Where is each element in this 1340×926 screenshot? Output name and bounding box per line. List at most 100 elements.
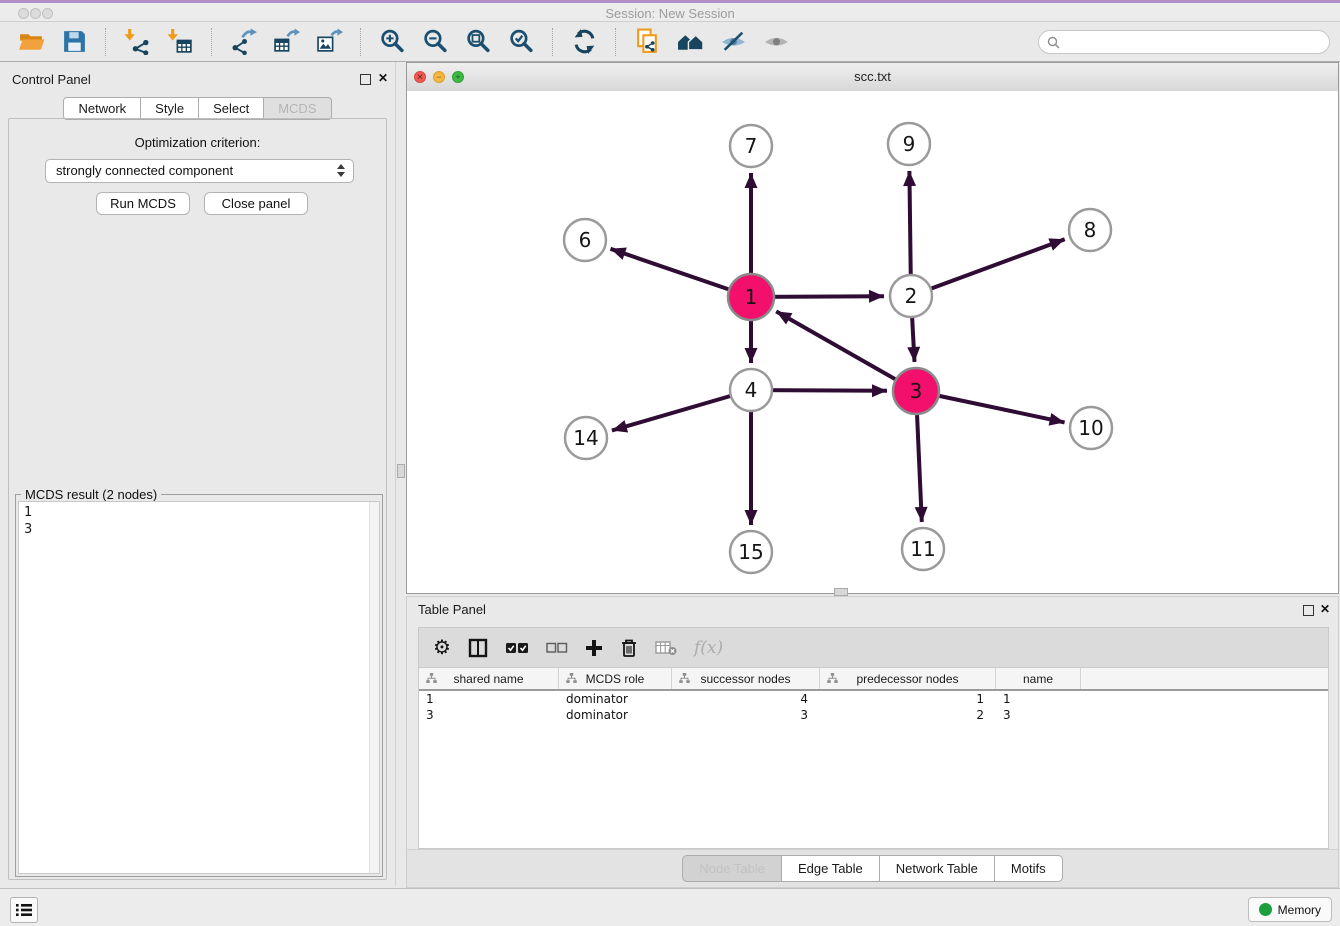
unselect-all-columns-icon[interactable] xyxy=(546,641,568,655)
search-icon xyxy=(1047,36,1060,49)
export-table-icon[interactable] xyxy=(273,28,300,55)
table-row[interactable]: 1dominator411 xyxy=(419,691,1328,707)
main-toolbar xyxy=(0,22,1340,62)
graph-node-11[interactable]: 11 xyxy=(902,528,944,570)
zoom-in-icon[interactable] xyxy=(379,28,406,55)
column-type-icon xyxy=(827,673,838,684)
select-all-columns-icon[interactable] xyxy=(505,640,529,656)
graph-edge-2-8[interactable] xyxy=(911,239,1065,296)
memory-button[interactable]: Memory xyxy=(1248,897,1332,922)
toggle-panes-icon[interactable] xyxy=(468,638,488,658)
search-input[interactable] xyxy=(1065,32,1321,54)
graph-node-6[interactable]: 6 xyxy=(564,219,606,261)
graph-node-1[interactable]: 1 xyxy=(728,274,774,320)
float-table-panel-icon[interactable] xyxy=(1303,605,1314,616)
table-row[interactable]: 3dominator323 xyxy=(419,707,1328,723)
first-neighbors-icon[interactable] xyxy=(677,28,704,55)
cell-shared-name[interactable]: 1 xyxy=(419,692,559,706)
table-settings-gear-icon[interactable]: ⚙ xyxy=(433,638,451,658)
svg-text:8: 8 xyxy=(1084,218,1097,242)
export-network-icon[interactable] xyxy=(230,28,257,55)
column-type-icon xyxy=(426,673,437,684)
graph-node-7[interactable]: 7 xyxy=(730,125,772,167)
tab-network[interactable]: Network xyxy=(63,97,141,120)
network-canvas-svg: 7 9 6 8 1 2 4 3 14 10 15 11 xyxy=(407,91,1338,593)
horizontal-splitter-handle[interactable] xyxy=(834,588,848,596)
column-header-shared-name[interactable]: shared name xyxy=(419,668,559,689)
hide-selected-icon[interactable] xyxy=(720,28,747,55)
cell-successor-nodes[interactable]: 3 xyxy=(672,708,820,722)
cell-successor-nodes[interactable]: 4 xyxy=(672,692,820,706)
mcds-result-list: 13 xyxy=(19,502,379,538)
network-window-titlebar: ✕ − + scc.txt xyxy=(407,63,1338,92)
zoom-fit-icon[interactable] xyxy=(465,28,492,55)
memory-label: Memory xyxy=(1278,903,1321,917)
svg-text:15: 15 xyxy=(738,540,763,564)
graph-node-2[interactable]: 2 xyxy=(890,275,932,317)
memory-status-dot xyxy=(1259,903,1272,916)
table-tabs-strip: Node TableEdge TableNetwork TableMotifs xyxy=(407,849,1338,887)
network-canvas[interactable]: 7 9 6 8 1 2 4 3 14 10 15 11 xyxy=(407,91,1338,593)
tab-edge-table[interactable]: Edge Table xyxy=(782,855,880,882)
cell-name[interactable]: 3 xyxy=(996,708,1081,722)
table-panel: Table Panel ✕ ⚙ xyxy=(406,596,1339,888)
mcds-groupbox: Optimization criterion: strongly connect… xyxy=(8,118,387,880)
svg-text:1: 1 xyxy=(745,285,758,309)
close-panel-icon[interactable]: ✕ xyxy=(378,71,388,85)
float-panel-icon[interactable] xyxy=(360,74,371,85)
cell-shared-name[interactable]: 3 xyxy=(419,708,559,722)
column-header-mcds-role[interactable]: MCDS role xyxy=(559,668,672,689)
tab-network-table[interactable]: Network Table xyxy=(880,855,995,882)
tab-motifs[interactable]: Motifs xyxy=(995,855,1063,882)
cell-predecessor-nodes[interactable]: 2 xyxy=(820,708,996,722)
refresh-layout-icon[interactable] xyxy=(571,28,598,55)
search-field[interactable] xyxy=(1038,30,1330,54)
show-all-icon[interactable] xyxy=(763,28,790,55)
run-mcds-button[interactable]: Run MCDS xyxy=(96,192,190,215)
column-header-name[interactable]: name xyxy=(996,668,1081,689)
mcds-result-area[interactable]: 13 xyxy=(18,501,380,874)
export-image-icon[interactable] xyxy=(316,28,343,55)
zoom-out-icon[interactable] xyxy=(422,28,449,55)
window-title: Session: New Session xyxy=(0,6,1340,21)
function-builder-icon: f(x) xyxy=(694,638,723,658)
vertical-splitter-handle[interactable] xyxy=(397,464,405,478)
column-header-successor-nodes[interactable]: successor nodes xyxy=(672,668,820,689)
header-filler xyxy=(1081,668,1328,689)
result-scrollbar[interactable] xyxy=(369,502,379,873)
cell-name[interactable]: 1 xyxy=(996,692,1081,706)
tab-node-table[interactable]: Node Table xyxy=(682,855,782,882)
new-network-from-selection-icon[interactable] xyxy=(634,28,661,55)
close-table-panel-icon[interactable]: ✕ xyxy=(1320,602,1330,616)
result-line: 3 xyxy=(19,521,379,538)
toolbar-separator xyxy=(105,28,107,56)
graph-node-3[interactable]: 3 xyxy=(893,368,939,414)
import-network-icon[interactable] xyxy=(124,28,151,55)
graph-node-8[interactable]: 8 xyxy=(1069,209,1111,251)
delete-columns-icon[interactable] xyxy=(620,638,638,658)
criterion-dropdown[interactable]: strongly connected component xyxy=(45,159,354,183)
tab-select[interactable]: Select xyxy=(199,97,264,120)
column-header-predecessor-nodes[interactable]: predecessor nodes xyxy=(820,668,996,689)
cell-predecessor-nodes[interactable]: 1 xyxy=(820,692,996,706)
graph-node-14[interactable]: 14 xyxy=(565,417,607,459)
close-panel-button[interactable]: Close panel xyxy=(204,192,308,215)
criterion-value: strongly connected component xyxy=(56,163,233,178)
open-session-icon[interactable] xyxy=(18,28,45,55)
add-column-icon[interactable] xyxy=(585,639,603,657)
cell-mcds-role[interactable]: dominator xyxy=(559,692,672,706)
cell-mcds-role[interactable]: dominator xyxy=(559,708,672,722)
task-history-button[interactable] xyxy=(10,897,38,923)
list-icon xyxy=(16,903,32,917)
graph-node-4[interactable]: 4 xyxy=(730,369,772,411)
import-table-icon[interactable] xyxy=(167,28,194,55)
svg-text:4: 4 xyxy=(745,378,758,402)
tab-mcds[interactable]: MCDS xyxy=(264,97,331,120)
result-line: 1 xyxy=(19,504,379,521)
graph-node-9[interactable]: 9 xyxy=(888,123,930,165)
graph-node-10[interactable]: 10 xyxy=(1070,407,1112,449)
save-session-icon[interactable] xyxy=(61,28,88,55)
zoom-selected-icon[interactable] xyxy=(508,28,535,55)
tab-style[interactable]: Style xyxy=(141,97,199,120)
graph-node-15[interactable]: 15 xyxy=(730,531,772,573)
